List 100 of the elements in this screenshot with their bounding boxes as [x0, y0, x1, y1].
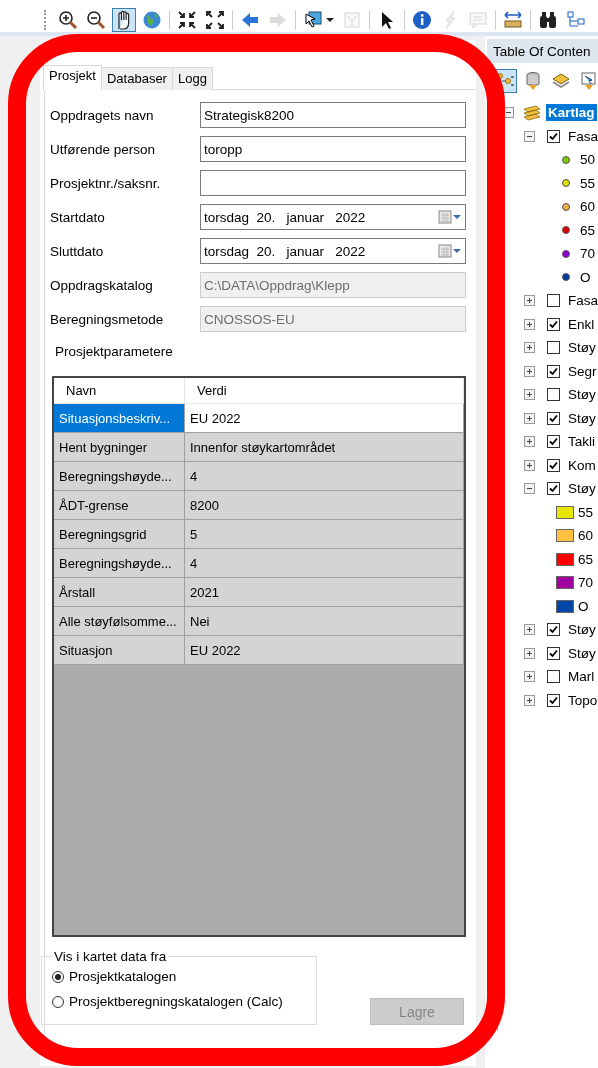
checkbox[interactable] [547, 646, 560, 660]
tree-item[interactable]: Enkl [566, 315, 597, 333]
tree-item[interactable]: Kom [566, 456, 598, 474]
checkbox[interactable] [547, 341, 560, 355]
date-picker[interactable]: torsdag 20. januar 2022 [200, 238, 466, 264]
property-name-cell[interactable]: Beregningshøyde... [54, 462, 185, 491]
expander-icon[interactable] [524, 389, 535, 401]
tree-item[interactable]: Støy [566, 409, 598, 427]
property-value-cell[interactable]: 8200 [185, 491, 464, 520]
property-value-cell[interactable]: EU 2022 [185, 404, 464, 433]
checkbox[interactable] [547, 670, 560, 684]
expander-icon[interactable] [524, 647, 535, 659]
property-value-cell[interactable]: 4 [185, 462, 464, 491]
legend-label: O [577, 597, 590, 615]
property-name-cell[interactable]: Situasjon [54, 636, 185, 665]
expander-icon[interactable] [524, 412, 535, 424]
check-icon [548, 483, 559, 495]
checkbox[interactable] [547, 364, 560, 378]
tab[interactable]: Databaser [100, 67, 173, 90]
tree-item[interactable]: Topo [566, 691, 598, 709]
column-header: Navn [54, 378, 185, 404]
expander-icon[interactable] [524, 436, 535, 448]
field-label: Sluttdato [50, 243, 105, 259]
outward-arrows-button[interactable] [203, 8, 227, 32]
legend-label: 70 [577, 574, 595, 592]
hand-button[interactable] [112, 8, 136, 32]
checkbox[interactable] [547, 482, 560, 496]
magnifier-minus-button[interactable] [84, 8, 108, 32]
info-icon [412, 10, 432, 30]
property-value-cell[interactable]: EU 2022 [185, 636, 464, 665]
tree-item[interactable]: Kartlag [546, 104, 597, 122]
tree-item[interactable]: Segr [566, 362, 598, 380]
property-value-cell[interactable]: 4 [185, 549, 464, 578]
expander-icon[interactable] [524, 365, 535, 377]
checkbox[interactable] [547, 623, 560, 637]
column-header: Verdi [185, 378, 464, 404]
property-name-cell[interactable]: ÅDT-grense [54, 491, 185, 520]
property-value-cell[interactable]: 2021 [185, 578, 464, 607]
checkbox[interactable] [547, 317, 560, 331]
popup-window-icon [468, 10, 488, 30]
pointer-selection-icon [303, 10, 323, 30]
magnifier-plus-button[interactable] [56, 8, 80, 32]
property-name-cell[interactable]: Situasjonsbeskriv... [54, 404, 185, 433]
checkbox[interactable] [547, 693, 560, 707]
property-name-cell[interactable]: Beregningshøyde... [54, 549, 185, 578]
info-button[interactable] [410, 8, 434, 32]
tree-item[interactable]: Takli [566, 433, 597, 451]
input-field[interactable] [200, 170, 466, 196]
expander-icon[interactable] [524, 483, 535, 495]
checkbox[interactable] [547, 435, 560, 449]
expander-icon[interactable] [524, 130, 535, 142]
tree-item[interactable]: Støy [566, 386, 598, 404]
property-value-cell[interactable]: Nei [185, 607, 464, 636]
binoculars-icon [538, 10, 558, 30]
tree-item[interactable]: Støy [566, 644, 598, 662]
expander-icon[interactable] [524, 318, 535, 330]
input-field[interactable]: toropp [200, 136, 466, 162]
expander-icon[interactable] [524, 459, 535, 471]
magnifier-minus-icon [86, 10, 106, 30]
property-name-cell[interactable]: Hent bygninger [54, 433, 185, 462]
checkbox[interactable] [547, 411, 560, 425]
calendar-dropdown-icon [438, 244, 462, 258]
panel-title: Table Of Conten [487, 39, 598, 63]
tree-item[interactable]: Støy [566, 621, 598, 639]
section-label: Prosjektparametere [55, 344, 174, 361]
field-label: Utførende person [50, 141, 157, 157]
input-field[interactable]: Strategisk8200 [200, 102, 466, 128]
date-picker[interactable]: torsdag 20. januar 2022 [200, 204, 466, 230]
tree-item[interactable]: Fasa [566, 292, 598, 310]
expander-icon[interactable] [524, 694, 535, 706]
legend-label: 70 [579, 245, 597, 263]
expander-icon[interactable] [524, 624, 535, 636]
diagram-icon [566, 10, 586, 30]
property-name-cell[interactable]: Beregningsgrid [54, 520, 185, 549]
check-icon [548, 459, 559, 471]
readonly-field: C:\DATA\Oppdrag\Klepp [200, 272, 466, 298]
expander-icon[interactable] [524, 342, 535, 354]
tree-item[interactable]: Støy [566, 339, 598, 357]
expander-icon[interactable] [524, 295, 535, 307]
tree-item[interactable]: Marl [566, 668, 597, 686]
tree-item[interactable]: Støy [566, 480, 598, 498]
expander-icon[interactable] [524, 671, 535, 683]
expander-icon[interactable] [503, 107, 514, 119]
tree-item[interactable]: Fasa [566, 127, 598, 145]
property-value-cell[interactable]: Innenfor støykartområdet [185, 433, 464, 462]
right-arrow-icon [268, 10, 288, 30]
property-name-cell[interactable]: Alle støyfølsomme... [54, 607, 185, 636]
tab[interactable]: Prosjekt [43, 65, 102, 90]
property-name-cell[interactable]: Årstall [54, 578, 185, 607]
checkbox[interactable] [547, 294, 560, 308]
left-arrow-icon [240, 10, 260, 30]
radio-option[interactable]: Prosjektberegningskatalogen (Calc) [52, 989, 316, 1014]
outward-arrows-icon [205, 10, 225, 30]
radio-option[interactable]: Prosjektkatalogen [52, 964, 316, 989]
checkbox[interactable] [547, 388, 560, 402]
checkbox[interactable] [547, 129, 560, 143]
checkbox[interactable] [547, 458, 560, 472]
tab[interactable]: Logg [171, 67, 213, 90]
property-value-cell[interactable]: 5 [185, 520, 464, 549]
check-icon [548, 694, 559, 706]
